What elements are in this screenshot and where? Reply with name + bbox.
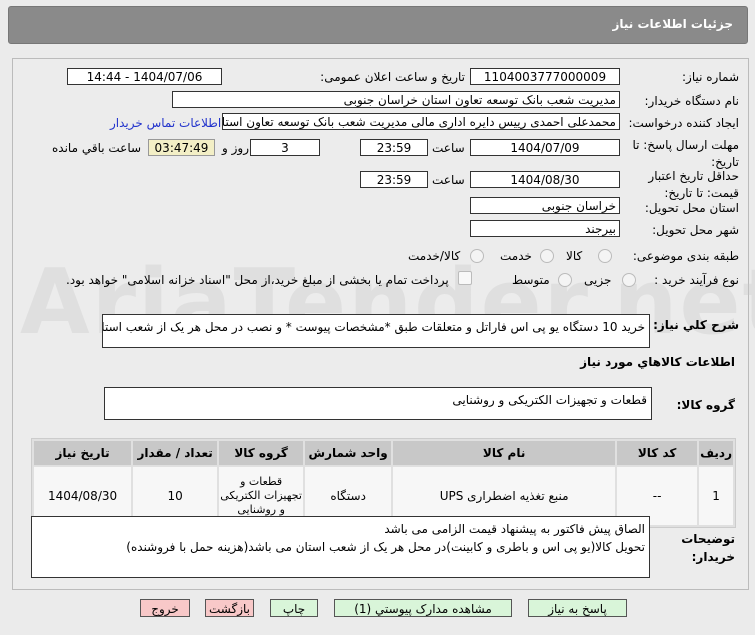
need-number-label: شماره نیاز:: [682, 70, 739, 84]
description-textarea[interactable]: خرید 10 دستگاه یو پی اس فاراتل و متعلقات…: [102, 314, 650, 348]
treasury-payment-checkbox[interactable]: [458, 271, 472, 285]
process-option-minor: جزیی: [584, 273, 612, 287]
remaining-time-field: 03:47:49: [148, 139, 215, 156]
city-label: شهر محل تحویل:: [652, 223, 739, 237]
goods-info-title: اطلاعات كالاهاي مورد نياز: [580, 355, 735, 369]
category-option-both: کالا/خدمت: [408, 249, 461, 263]
goods-table: ردیف کد کالا نام کالا واحد شمارش گروه کا…: [31, 438, 736, 528]
page-title: جزئیات اطلاعات نیاز: [612, 17, 733, 31]
goods-group-label: گروه کالا:: [676, 398, 735, 412]
col-row: ردیف: [699, 441, 733, 465]
validity-date-field: 1404/08/30: [470, 171, 620, 188]
category-option-goods: کالا: [566, 249, 583, 263]
category-radio-goods[interactable]: [598, 249, 612, 263]
reply-button[interactable]: پاسخ به نیاز: [528, 599, 627, 617]
days-label: روز و: [222, 141, 249, 155]
buyer-label: نام دستگاه خریدار:: [644, 94, 740, 108]
buyer-notes-line-2: تحویل کالا(یو پی اس و باطری و کابینت)در …: [126, 540, 645, 554]
col-date: تاریخ نیاز: [34, 441, 132, 465]
buyer-notes-line-1: الصاق پیش فاکتور به پیشنهاد قیمت الزامی …: [384, 522, 645, 536]
view-attachments-button[interactable]: مشاهده مدارک پیوستي (1): [334, 599, 512, 617]
deadline-label: مهلت ارسال پاسخ: تا تاریخ:: [632, 138, 739, 169]
treasury-payment-note: پرداخت تمام یا بخشی از مبلغ خرید،از محل …: [66, 273, 449, 287]
province-field: خراسان جنوبی: [470, 197, 620, 214]
city-field: بیرجند: [470, 220, 620, 237]
col-name: نام کالا: [393, 441, 616, 465]
process-radio-medium[interactable]: [558, 273, 572, 287]
deadline-date-field: 1404/07/09: [470, 139, 620, 156]
print-button[interactable]: چاپ: [270, 599, 318, 617]
creator-field: محمدعلی احمدی رییس دایره اداری مالی مدیر…: [222, 113, 620, 130]
buyer-field: مدیریت شعب بانک توسعه تعاون استان خراسان…: [172, 91, 620, 108]
col-group: گروه کالا: [219, 441, 304, 465]
back-button[interactable]: بازگشت: [205, 599, 254, 617]
validity-label: حداقل تاریخ اعتبار قیمت: تا تاریخ:: [648, 169, 739, 200]
description-label: شرح كلي نياز:: [653, 318, 739, 332]
contact-buyer-link[interactable]: اطلاعات تماس خریدار: [110, 116, 221, 130]
cell-row: 1: [699, 467, 733, 525]
announce-label: تاریخ و ساعت اعلان عمومی:: [320, 70, 465, 84]
buyer-notes-label: توضیحات خریدار:: [681, 532, 735, 564]
category-radio-both[interactable]: [470, 249, 484, 263]
remaining-label: ساعت باقي مانده: [52, 141, 142, 155]
page-header: جزئیات اطلاعات نیاز: [8, 6, 748, 44]
category-label: طبقه بندی موضوعی:: [632, 249, 739, 263]
col-unit: واحد شمارش: [305, 441, 392, 465]
process-radio-minor[interactable]: [622, 273, 636, 287]
deadline-time-field: 23:59: [360, 139, 428, 156]
process-option-medium: متوسط: [512, 273, 550, 287]
exit-button[interactable]: خروج: [140, 599, 190, 617]
deadline-time-label: ساعت: [432, 141, 465, 155]
category-option-service: خدمت: [500, 249, 532, 263]
category-radio-service[interactable]: [540, 249, 554, 263]
goods-group-textarea[interactable]: قطعات و تجهیزات الکتریکی و روشنایی: [104, 387, 652, 420]
validity-time-label: ساعت: [432, 173, 465, 187]
buyer-notes-textarea[interactable]: الصاق پیش فاکتور به پیشنهاد قیمت الزامی …: [31, 516, 650, 578]
announce-field: 1404/07/06 - 14:44: [67, 68, 222, 85]
col-qty: تعداد / مقدار: [133, 441, 218, 465]
days-field: 3: [250, 139, 320, 156]
col-code: کد کالا: [617, 441, 698, 465]
creator-label: ایجاد کننده درخواست:: [628, 116, 739, 130]
validity-time-field: 23:59: [360, 171, 428, 188]
process-label: نوع فرآیند خرید :: [654, 273, 739, 287]
need-number-field: 1104003777000009: [470, 68, 620, 85]
province-label: استان محل تحویل:: [644, 201, 739, 215]
